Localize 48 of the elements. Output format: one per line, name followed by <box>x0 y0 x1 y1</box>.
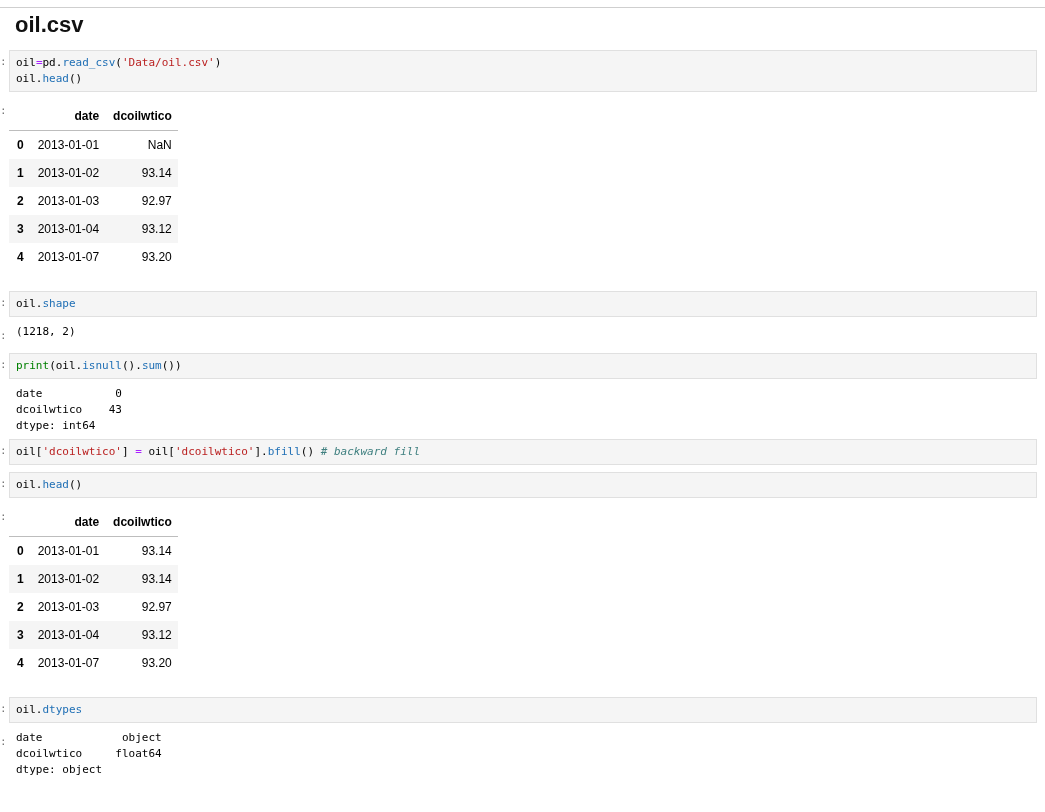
row-index: 2 <box>9 187 30 215</box>
column-header: dcoilwtico <box>105 101 178 131</box>
row-index: 1 <box>9 159 30 187</box>
prompt-marker: : <box>0 328 8 344</box>
output-text: date 0 dcoilwtico 43 dtype: int64 <box>15 386 123 434</box>
table-cell: 2013-01-01 <box>29 130 106 159</box>
row-index: 3 <box>9 621 30 649</box>
prompt-marker: : <box>0 357 8 373</box>
table-cell: 2013-01-03 <box>29 593 106 621</box>
prompt-marker: : <box>0 54 8 70</box>
table-cell: 93.14 <box>105 565 178 593</box>
prompt-marker: : <box>0 476 8 492</box>
table-cell: 92.97 <box>105 593 178 621</box>
table-cell: 2013-01-02 <box>29 159 106 187</box>
table-cell: 2013-01-01 <box>29 536 106 565</box>
code-cell[interactable]: oil.head() <box>9 472 1037 498</box>
table-cell: 93.12 <box>105 621 178 649</box>
row-index: 2 <box>9 593 30 621</box>
code-cell[interactable]: oil.dtypes <box>9 697 1037 723</box>
code-cell[interactable]: oil.shape <box>9 291 1037 317</box>
table-cell: NaN <box>105 130 178 159</box>
row-index: 1 <box>9 565 30 593</box>
output-text: date object dcoilwtico float64 dtype: object <box>15 730 163 778</box>
table-cell: 92.97 <box>105 187 178 215</box>
column-header: date <box>29 507 106 537</box>
prompt-marker: : <box>0 701 8 717</box>
row-index: 0 <box>9 536 30 565</box>
column-header: dcoilwtico <box>105 507 178 537</box>
prompt-marker: : <box>0 295 8 311</box>
code-cell[interactable]: oil['dcoilwtico'] = oil['dcoilwtico'].bfill() # backward fill <box>9 439 1037 465</box>
row-index: 0 <box>9 130 30 159</box>
table-cell: 2013-01-03 <box>29 187 106 215</box>
output-text: (1218, 2) <box>15 324 77 340</box>
table-cell: 93.14 <box>105 536 178 565</box>
table-cell: 2013-01-04 <box>29 621 106 649</box>
row-index: 3 <box>9 215 30 243</box>
code-cell[interactable]: oil=pd.read_csv('Data/oil.csv') oil.head() <box>9 50 1037 92</box>
prompt-marker: : <box>0 509 8 525</box>
notebook-heading: oil.csv <box>15 12 85 38</box>
code-cell[interactable]: print(oil.isnull().sum()) <box>9 353 1037 379</box>
prompt-marker: : <box>0 103 8 119</box>
table-cell: 2013-01-02 <box>29 565 106 593</box>
table-cell: 93.12 <box>105 215 178 243</box>
table-cell: 2013-01-04 <box>29 215 106 243</box>
table-cell: 93.14 <box>105 159 178 187</box>
prompt-marker: : <box>0 443 8 459</box>
column-header: date <box>29 101 106 131</box>
prompt-marker: : <box>0 734 8 750</box>
